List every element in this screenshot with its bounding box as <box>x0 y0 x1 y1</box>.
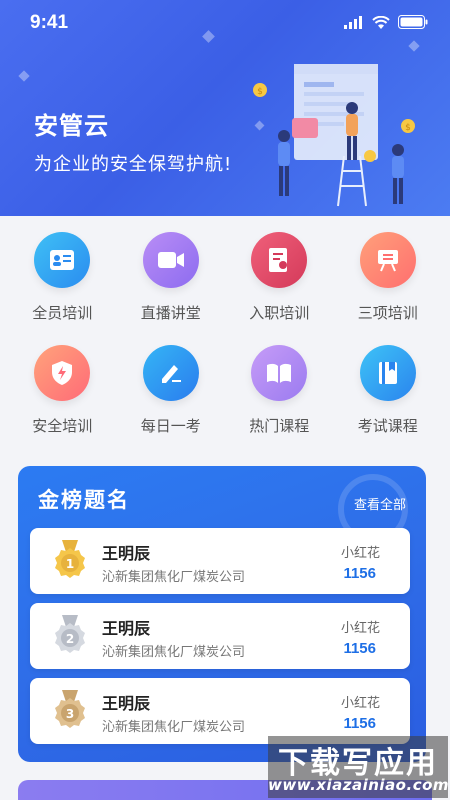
rank-score: 1156 <box>343 565 376 582</box>
id-card-icon <box>34 232 91 288</box>
signal-icon <box>344 15 362 29</box>
header-banner: 9:41 安管云 为企业的安全保驾护航! $ $ <box>0 0 450 216</box>
open-book-icon <box>251 345 308 401</box>
grid-item-popular-courses[interactable]: 热门课程 <box>229 345 329 436</box>
grid-label: 安全培训 <box>32 417 93 435</box>
ranking-row[interactable]: 2 王明辰 沁新集团焦化厂煤炭公司 小红花 1156 <box>30 603 410 669</box>
rank-number: 1 <box>66 557 74 571</box>
grid-item-all-staff-training[interactable]: 全员培训 <box>12 232 112 323</box>
grid-label: 入职培训 <box>249 304 310 322</box>
grid-label: 直播讲堂 <box>140 304 201 322</box>
ranking-row[interactable]: 1 王明辰 沁新集团焦化厂煤炭公司 小红花 1156 <box>30 528 410 594</box>
app-slogan: 为企业的安全保驾护航! <box>34 154 233 175</box>
bronze-medal-icon: 3 <box>55 690 85 728</box>
grid-label: 每日一考 <box>140 417 201 435</box>
document-badge-icon <box>251 232 308 288</box>
rank-org: 沁新集团焦化厂煤炭公司 <box>102 645 246 660</box>
rank-user-name: 王明辰 <box>102 544 151 563</box>
function-grid-row: 安全培训 每日一考 热门课程 考试课程 <box>0 345 450 436</box>
battery-icon <box>398 15 428 29</box>
decor-diamond <box>18 70 30 82</box>
rank-score: 1156 <box>343 715 376 732</box>
rank-nickname: 小红花 <box>340 696 380 711</box>
grid-item-onboarding-training[interactable]: 入职培训 <box>229 232 329 323</box>
grid-item-daily-quiz[interactable]: 每日一考 <box>121 345 221 436</box>
status-time: 9:41 <box>30 12 69 33</box>
office-illustration: $ $ <box>253 64 415 207</box>
video-camera-icon <box>142 232 199 288</box>
function-grid: 全员培训 直播讲堂 入职培训 三项培训 安全培训 每日一考 热门课程 考试课程 <box>0 232 450 458</box>
rank-nickname: 小红花 <box>340 546 380 561</box>
rank-nickname: 小红花 <box>340 621 380 636</box>
grid-item-exam-courses[interactable]: 考试课程 <box>338 345 438 436</box>
grid-label: 全员培训 <box>32 304 93 322</box>
grid-item-three-item-training[interactable]: 三项培训 <box>338 232 438 323</box>
easel-board-icon <box>359 232 416 288</box>
pencil-icon <box>142 345 199 401</box>
view-all-link[interactable]: 查看全部 <box>354 494 406 513</box>
svg-text:$: $ <box>257 87 263 97</box>
grid-label: 三项培训 <box>357 304 418 322</box>
rank-org: 沁新集团焦化厂煤炭公司 <box>102 720 246 735</box>
grid-item-live-class[interactable]: 直播讲堂 <box>121 232 221 323</box>
ranking-card: 金榜题名 查看全部 1 王明辰 沁新集团焦化厂煤炭公司 小红花 1156 2 王… <box>18 466 426 762</box>
svg-text:$: $ <box>405 123 411 133</box>
watermark: 下载写应用 www.xiazainiao.com <box>268 736 450 798</box>
wifi-icon <box>372 15 390 29</box>
watermark-url: www.xiazainiao.com <box>268 776 450 794</box>
rank-org: 沁新集团焦化厂煤炭公司 <box>102 570 246 585</box>
status-bar: 9:41 <box>0 0 450 44</box>
rank-number: 2 <box>66 632 74 646</box>
gold-medal-icon: 1 <box>55 540 85 578</box>
grid-item-safety-training[interactable]: 安全培训 <box>12 345 112 436</box>
shield-bolt-icon <box>34 345 91 401</box>
grid-label: 热门课程 <box>249 417 310 435</box>
rank-number: 3 <box>66 707 74 721</box>
app-title: 安管云 <box>34 112 109 140</box>
rank-score: 1156 <box>343 640 376 657</box>
grid-label: 考试课程 <box>357 417 418 435</box>
bookmark-book-icon <box>359 345 416 401</box>
silver-medal-icon: 2 <box>55 615 85 653</box>
rank-user-name: 王明辰 <box>102 619 151 638</box>
rank-user-name: 王明辰 <box>102 694 151 713</box>
ranking-title: 金榜题名 <box>38 488 130 512</box>
status-icons <box>344 15 428 29</box>
ranking-row[interactable]: 3 王明辰 沁新集团焦化厂煤炭公司 小红花 1156 <box>30 678 410 744</box>
function-grid-row: 全员培训 直播讲堂 入职培训 三项培训 <box>0 232 450 323</box>
